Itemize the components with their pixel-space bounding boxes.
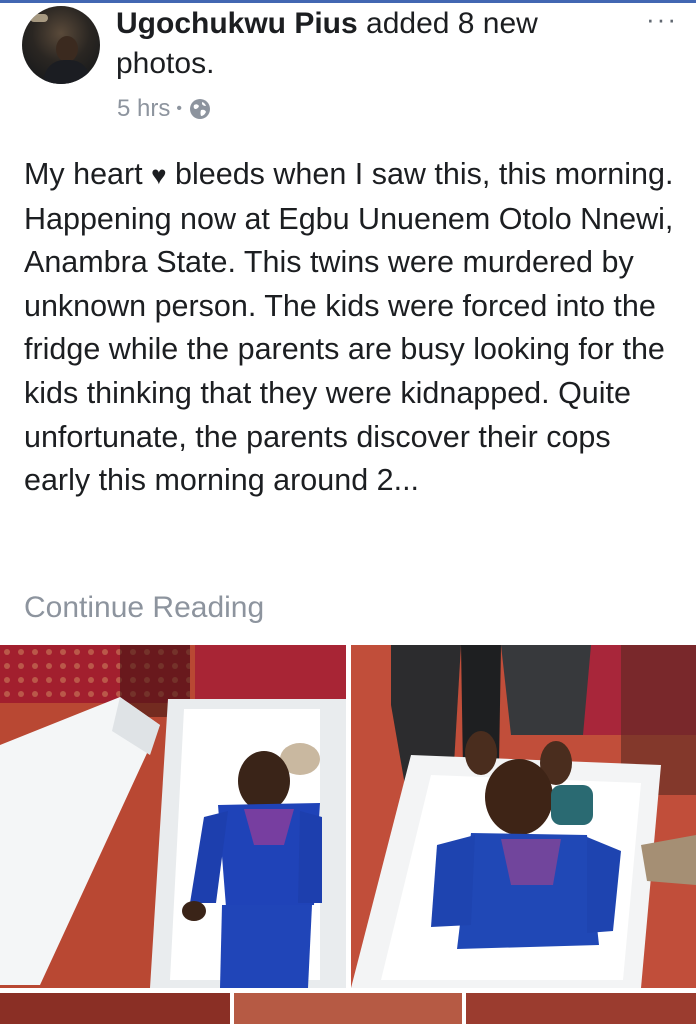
photo-2[interactable]: [351, 645, 696, 988]
globe-icon[interactable]: [188, 97, 212, 121]
continue-reading-link[interactable]: Continue Reading: [24, 586, 264, 630]
post-text-line-1: My heart ♥ bleeds when I saw this, this …: [24, 157, 674, 191]
photo-2-image: [351, 645, 696, 988]
heart-icon: ♥: [151, 160, 167, 190]
photo-5[interactable]: [466, 993, 696, 1024]
post-header: Ugochukwu Pius added 8 new photos. 5 hrs…: [0, 0, 696, 140]
photo-grid: [0, 645, 696, 1024]
author-avatar[interactable]: [22, 6, 100, 84]
avatar-body: [44, 60, 90, 84]
author-name[interactable]: Ugochukwu Pius: [116, 7, 358, 40]
photo-4[interactable]: [234, 993, 462, 1024]
meta-separator: •: [176, 100, 182, 117]
more-options-icon[interactable]: ···: [646, 6, 678, 32]
photo-1[interactable]: [0, 645, 346, 988]
photo-3[interactable]: [0, 993, 230, 1024]
photo-1-image: [0, 645, 346, 988]
avatar-head: [56, 36, 78, 62]
post-text: My heart ♥ bleeds when I saw this, this …: [24, 153, 684, 503]
avatar-light: [30, 14, 48, 22]
post-text-line-2: Happening now at Egbu Unuenem Otolo Nnew…: [24, 201, 674, 498]
post-meta: 5 hrs •: [117, 92, 212, 126]
post-headline: Ugochukwu Pius added 8 new photos.: [116, 4, 616, 84]
post-timestamp[interactable]: 5 hrs: [117, 95, 170, 123]
